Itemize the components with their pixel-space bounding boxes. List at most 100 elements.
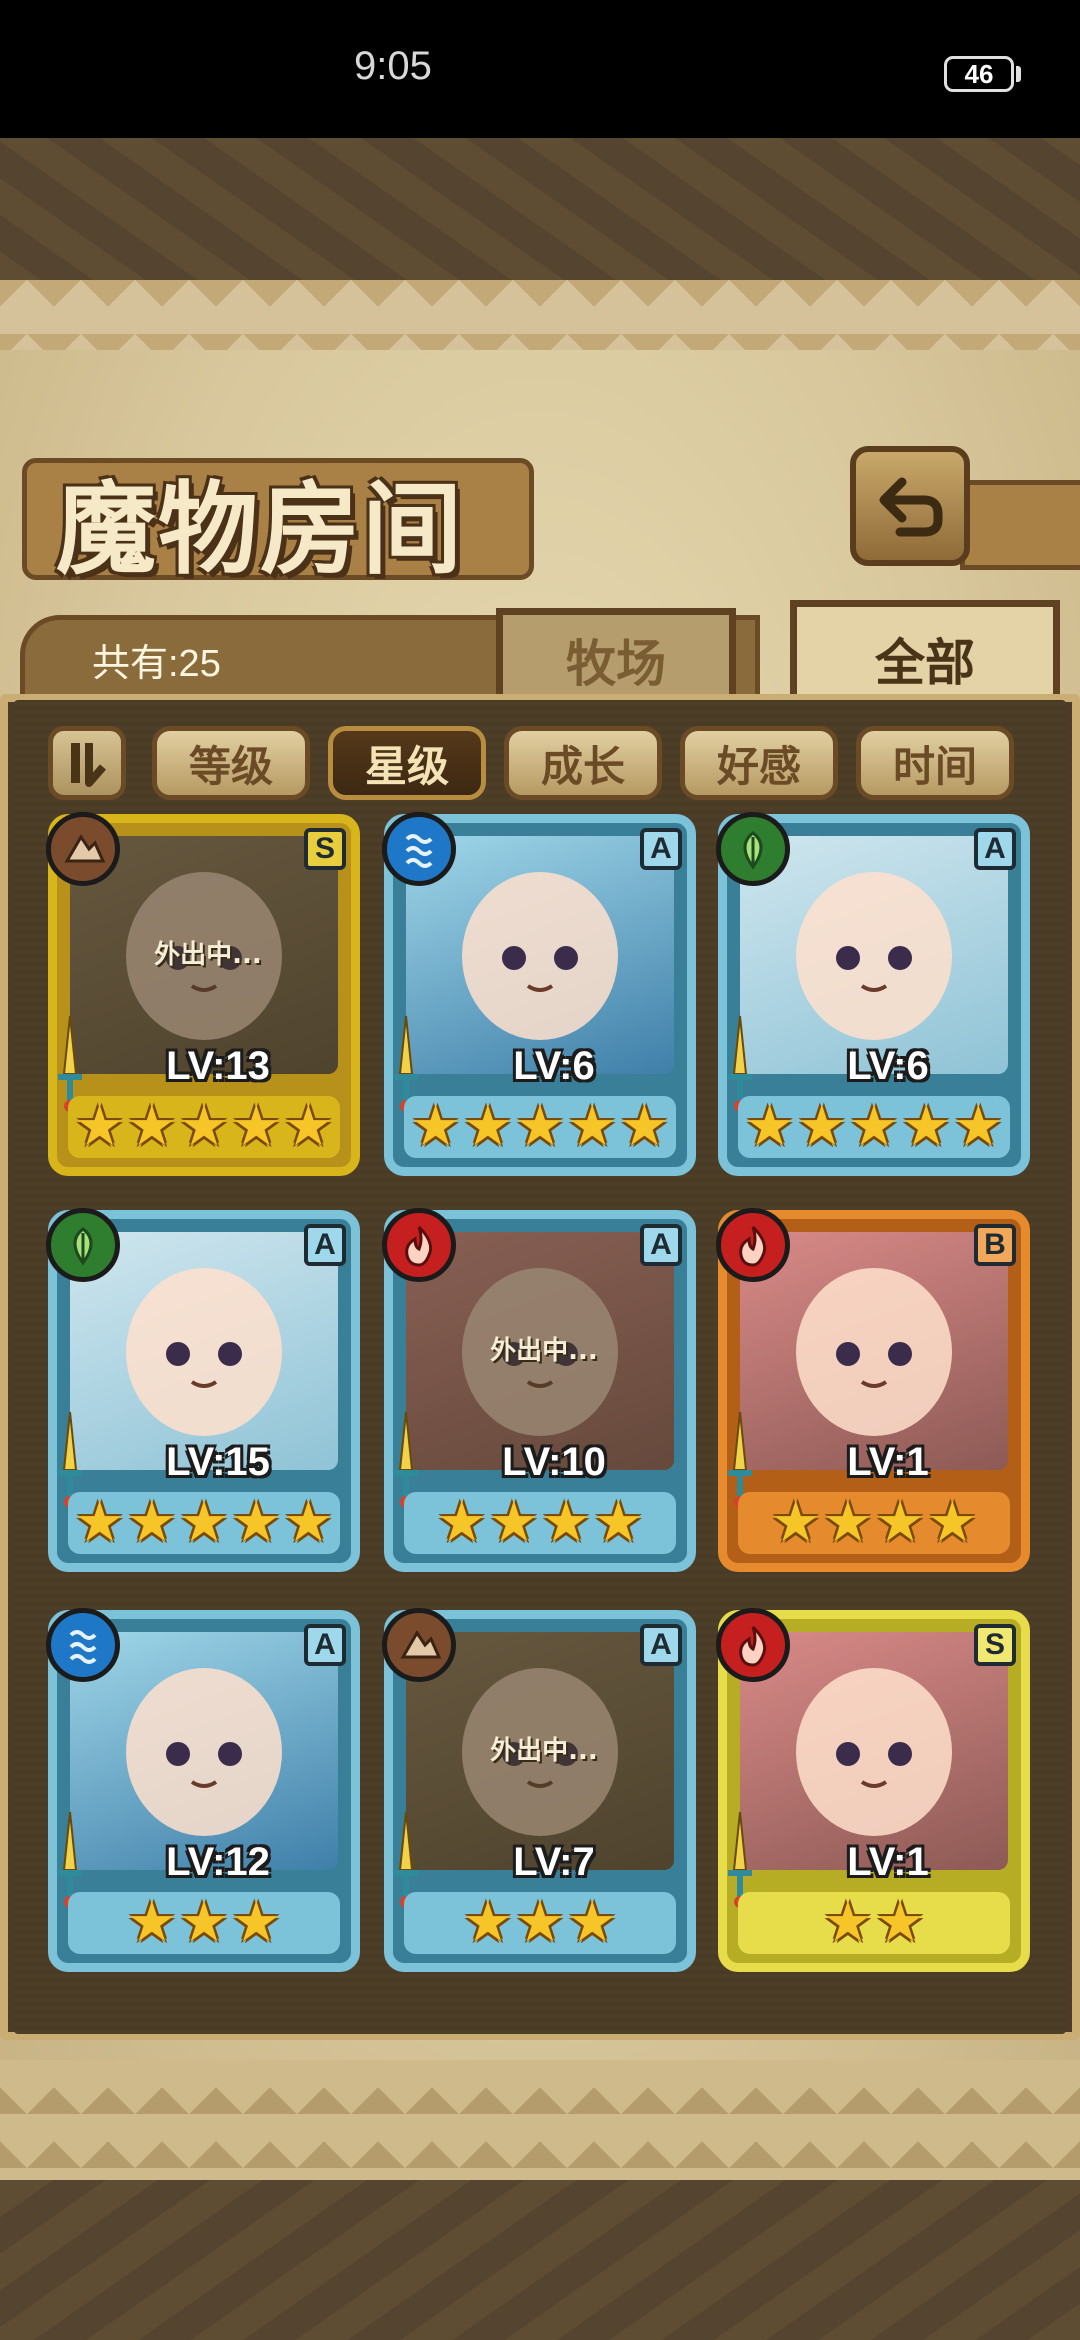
rank-badge: A	[640, 828, 682, 870]
star-icon: ★	[744, 1094, 795, 1159]
star-rating: ★ ★ ★ ★ ★	[68, 1492, 340, 1554]
star-rating: ★ ★ ★ ★ ★	[68, 1096, 340, 1158]
rank-badge: A	[304, 1624, 346, 1666]
star-rating: ★ ★ ★ ★ ★	[404, 1096, 676, 1158]
star-icon: ★	[178, 1490, 230, 1555]
star-icon: ★	[927, 1490, 978, 1555]
monster-level: LV:6	[847, 1044, 929, 1088]
background-map-top	[0, 138, 1080, 288]
sort-order-icon	[71, 743, 107, 787]
star-icon: ★	[126, 1490, 177, 1555]
tab-ranch[interactable]: 牧场	[496, 608, 736, 704]
star-icon: ★	[126, 1094, 177, 1159]
star-icon: ★	[410, 1094, 461, 1159]
star-icon: ★	[848, 1094, 900, 1159]
away-status: 外出中...	[490, 1336, 598, 1366]
star-icon: ★	[514, 1094, 566, 1159]
star-icon: ★	[875, 1490, 926, 1555]
border-zigzag-top	[0, 280, 1080, 350]
star-icon: ★	[901, 1094, 952, 1159]
star-icon: ★	[74, 1490, 125, 1555]
sort-by-growth-button[interactable]: 成长	[504, 726, 662, 800]
monster-card[interactable]: 外出中... A LV:7 ★ ★ ★	[382, 1608, 696, 1972]
star-icon: ★	[231, 1490, 282, 1555]
star-icon: ★	[231, 1094, 282, 1159]
star-icon: ★	[488, 1490, 539, 1555]
star-icon: ★	[822, 1490, 873, 1555]
monster-card[interactable]: S LV:1 ★ ★	[716, 1608, 1030, 1972]
earth-element-icon	[382, 1608, 456, 1682]
monster-level: LV:1	[847, 1840, 929, 1884]
monster-card[interactable]: A LV:6 ★ ★ ★ ★ ★	[716, 812, 1030, 1176]
star-rating: ★ ★ ★	[68, 1892, 340, 1954]
water-element-icon	[382, 812, 456, 886]
back-button-bar	[960, 480, 1080, 570]
wood-element-icon	[46, 1208, 120, 1282]
rank-badge: S	[974, 1624, 1016, 1666]
star-icon: ★	[283, 1094, 334, 1159]
monster-card[interactable]: A LV:6 ★ ★ ★ ★ ★	[382, 812, 696, 1176]
away-status: 外出中...	[490, 1736, 598, 1766]
back-button[interactable]	[850, 446, 970, 566]
star-icon: ★	[593, 1490, 644, 1555]
star-rating: ★ ★ ★ ★	[738, 1492, 1010, 1554]
monster-level: LV:12	[166, 1840, 270, 1884]
earth-element-icon	[46, 812, 120, 886]
star-icon: ★	[953, 1094, 1004, 1159]
rank-badge: A	[304, 1224, 346, 1266]
star-icon: ★	[514, 1890, 566, 1955]
monster-card[interactable]: 外出中... S LV:13 ★ ★ ★ ★ ★	[46, 812, 360, 1176]
star-rating: ★ ★ ★	[404, 1892, 676, 1954]
star-icon: ★	[822, 1890, 873, 1955]
rank-badge: A	[974, 828, 1016, 870]
sort-by-affection-button[interactable]: 好感	[680, 726, 838, 800]
fire-element-icon	[716, 1208, 790, 1282]
star-icon: ★	[178, 1094, 230, 1159]
back-arrow-icon	[879, 477, 943, 537]
rank-badge: B	[974, 1224, 1016, 1266]
border-zigzag-bottom	[0, 2060, 1080, 2180]
star-icon: ★	[567, 1094, 618, 1159]
monster-card[interactable]: A LV:15 ★ ★ ★ ★ ★	[46, 1208, 360, 1572]
monster-card[interactable]: A LV:12 ★ ★ ★	[46, 1608, 360, 1972]
status-time: 9:05	[354, 44, 432, 88]
star-icon: ★	[462, 1890, 513, 1955]
star-icon: ★	[796, 1094, 847, 1159]
star-icon: ★	[436, 1490, 487, 1555]
sort-by-time-button[interactable]: 时间	[856, 726, 1014, 800]
monster-level: LV:10	[502, 1440, 606, 1484]
star-icon: ★	[231, 1890, 282, 1955]
battery-tip	[1016, 66, 1021, 82]
sort-by-level-button[interactable]: 等级	[152, 726, 310, 800]
star-icon: ★	[283, 1490, 334, 1555]
fire-element-icon	[382, 1208, 456, 1282]
background-map-bottom	[0, 2180, 1080, 2340]
monster-card[interactable]: B LV:1 ★ ★ ★ ★	[716, 1208, 1030, 1572]
star-rating: ★ ★	[738, 1892, 1010, 1954]
rank-badge: S	[304, 828, 346, 870]
star-icon: ★	[541, 1490, 592, 1555]
star-icon: ★	[567, 1890, 618, 1955]
star-icon: ★	[178, 1890, 230, 1955]
star-icon: ★	[619, 1094, 670, 1159]
status-bar	[0, 0, 1080, 138]
monster-level: LV:15	[166, 1440, 270, 1484]
star-icon: ★	[462, 1094, 513, 1159]
monster-level: LV:7	[513, 1840, 595, 1884]
sort-order-toggle[interactable]	[48, 726, 126, 800]
star-icon: ★	[74, 1094, 125, 1159]
sort-by-stars-button[interactable]: 星级	[328, 726, 486, 800]
away-status: 外出中...	[154, 940, 262, 970]
star-rating: ★ ★ ★ ★	[404, 1492, 676, 1554]
fire-element-icon	[716, 1608, 790, 1682]
rank-badge: A	[640, 1624, 682, 1666]
battery-icon: 46	[944, 56, 1014, 92]
water-element-icon	[46, 1608, 120, 1682]
monster-card[interactable]: 外出中... A LV:10 ★ ★ ★ ★	[382, 1208, 696, 1572]
monster-level: LV:13	[166, 1044, 270, 1088]
wood-element-icon	[716, 812, 790, 886]
star-rating: ★ ★ ★ ★ ★	[738, 1096, 1010, 1158]
page-title: 魔物房间	[56, 470, 464, 588]
star-icon: ★	[875, 1890, 926, 1955]
star-icon: ★	[770, 1490, 821, 1555]
